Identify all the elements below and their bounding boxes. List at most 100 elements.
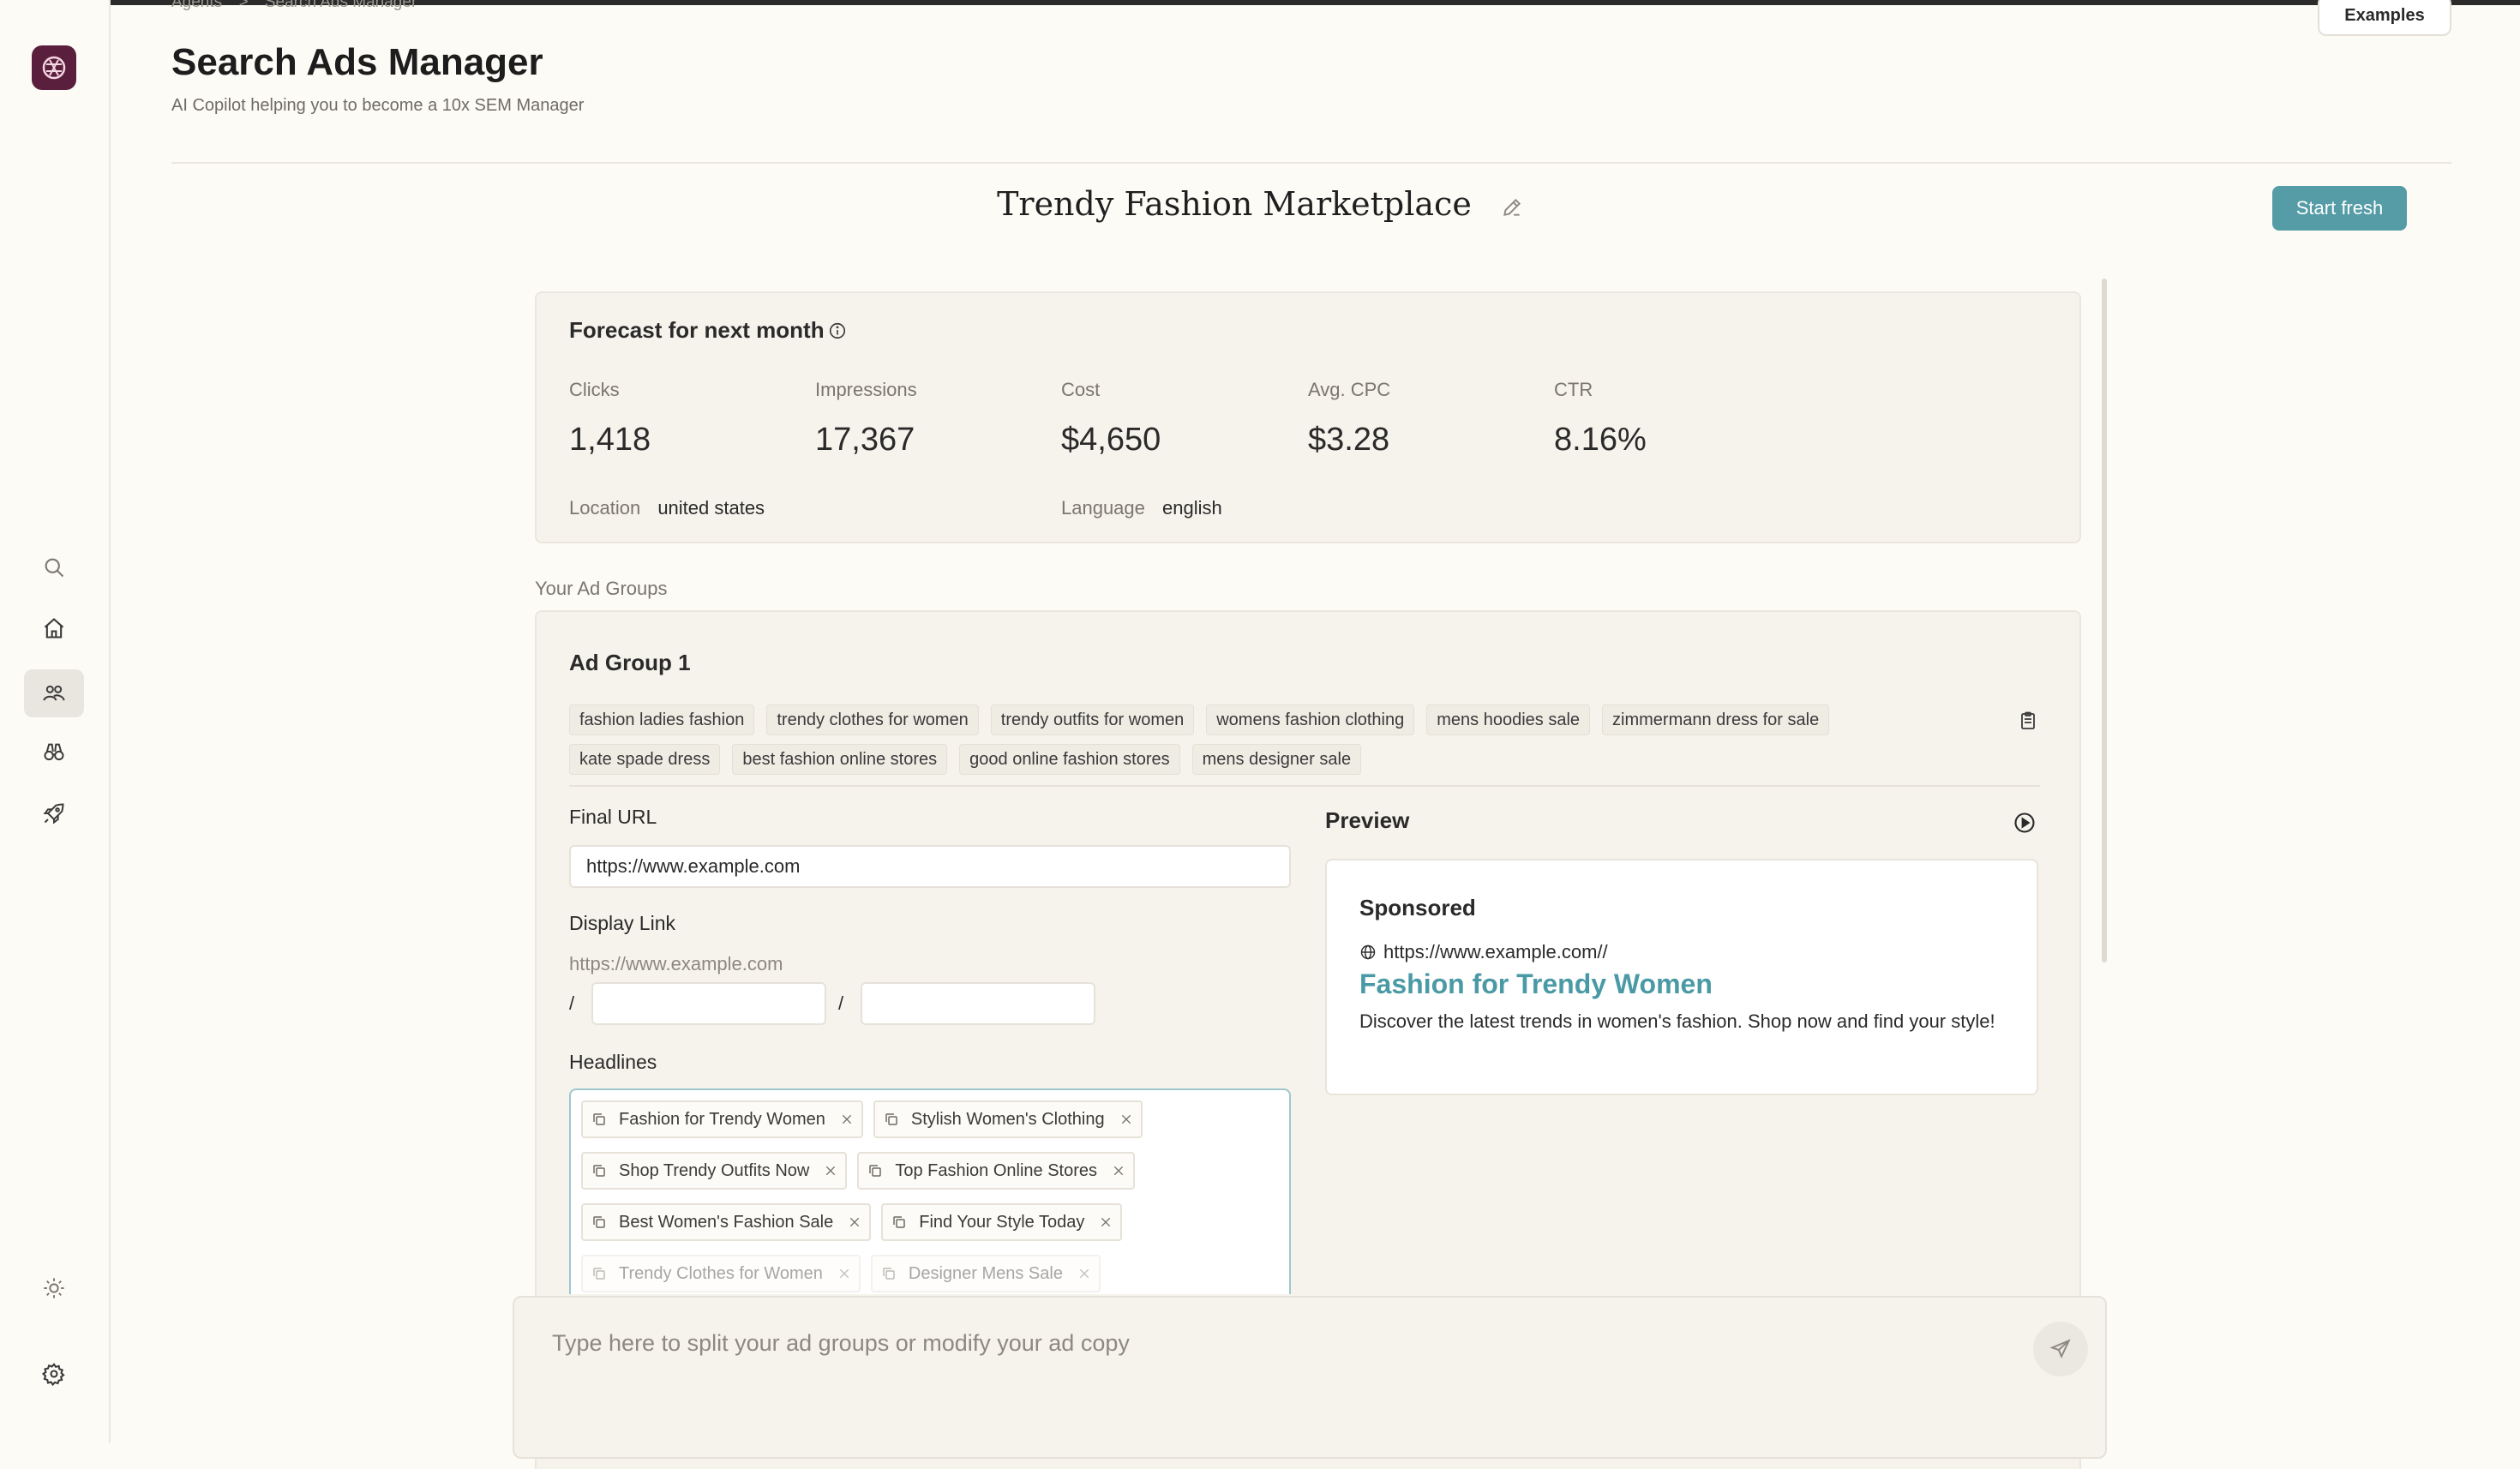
play-icon[interactable] xyxy=(2013,811,2037,835)
preview-headline[interactable]: Fashion for Trendy Women xyxy=(1359,968,1713,1000)
copy-icon[interactable] xyxy=(591,1112,607,1127)
headline-chip[interactable]: Best Women's Fashion Sale xyxy=(581,1203,872,1241)
headline-row: Fashion for Trendy Women Stylish Women's… xyxy=(581,1100,1143,1138)
copy-icon[interactable] xyxy=(591,1214,607,1230)
search-icon xyxy=(45,558,64,578)
keyword-chip[interactable]: mens hoodies sale xyxy=(1426,705,1591,735)
copy-icon[interactable] xyxy=(591,1266,607,1281)
breadcrumb-item-current: Search Ads Manager xyxy=(264,0,417,11)
chat-input-placeholder[interactable]: Type here to split your ad groups or mod… xyxy=(552,1330,1130,1357)
start-fresh-button[interactable]: Start fresh xyxy=(2272,186,2407,231)
sidebar-agents[interactable] xyxy=(24,669,84,717)
headlines-editor[interactable]: Fashion for Trendy Women Stylish Women's… xyxy=(569,1088,1291,1294)
settings-button[interactable] xyxy=(24,1350,84,1398)
project-title-row: Trendy Fashion Marketplace xyxy=(0,185,2520,223)
sidebar-home[interactable] xyxy=(24,604,84,652)
location-row: Location united states xyxy=(569,497,765,519)
edit-icon[interactable] xyxy=(1501,196,1523,219)
final-url-label: Final URL xyxy=(569,806,657,828)
display-path-1-input[interactable] xyxy=(591,982,826,1025)
info-icon[interactable] xyxy=(828,321,847,340)
keyword-chip[interactable]: fashion ladies fashion xyxy=(569,705,755,735)
headline-chip[interactable]: Shop Trendy Outfits Now xyxy=(581,1152,848,1190)
display-link-base: https://www.example.com xyxy=(569,953,783,974)
metric-value: $3.28 xyxy=(1308,422,1390,458)
metric-ctr: CTR 8.16% xyxy=(1554,379,1647,459)
headline-chip[interactable]: Fashion for Trendy Women xyxy=(581,1100,863,1138)
metric-value: 17,367 xyxy=(815,422,915,458)
headline-text: Designer Mens Sale xyxy=(908,1263,1063,1283)
agents-icon xyxy=(43,685,65,701)
keyword-chip[interactable]: kate spade dress xyxy=(569,744,721,775)
preview-url: https://www.example.com// xyxy=(1383,941,1608,962)
copy-icon[interactable] xyxy=(891,1214,907,1230)
headline-row: Trendy Clothes for Women Designer Mens S… xyxy=(581,1255,1101,1292)
keyword-chip[interactable]: good online fashion stores xyxy=(959,744,1180,775)
headline-chip[interactable]: Top Fashion Online Stores xyxy=(857,1152,1136,1190)
close-icon[interactable] xyxy=(838,1268,850,1280)
forecast-card: Forecast for next month Clicks 1,418 Imp… xyxy=(535,291,2081,543)
page-title: Search Ads Manager xyxy=(171,41,543,83)
headline-chip[interactable]: Designer Mens Sale xyxy=(870,1255,1101,1292)
send-button[interactable] xyxy=(2033,1322,2088,1376)
page-subtitle: AI Copilot helping you to become a 10x S… xyxy=(171,96,585,115)
metric-clicks: Clicks 1,418 xyxy=(569,379,651,459)
close-icon[interactable] xyxy=(1078,1268,1090,1280)
ad-group-divider xyxy=(569,785,2040,787)
rocket-icon xyxy=(43,803,64,824)
close-icon[interactable] xyxy=(1113,1165,1125,1177)
language-row: Language english xyxy=(1061,497,1222,519)
close-icon[interactable] xyxy=(1100,1216,1112,1228)
close-icon[interactable] xyxy=(1120,1113,1132,1125)
keyword-chip[interactable]: mens designer sale xyxy=(1191,744,1362,775)
headline-text: Fashion for Trendy Women xyxy=(619,1109,825,1129)
metric-label: Impressions xyxy=(815,379,917,400)
headline-text: Find Your Style Today xyxy=(919,1212,1085,1232)
headline-row: Shop Trendy Outfits Now Top Fashion Onli… xyxy=(581,1152,1136,1190)
keyword-chip[interactable]: womens fashion clothing xyxy=(1206,705,1415,735)
theme-toggle[interactable] xyxy=(24,1264,84,1312)
metric-value: 8.16% xyxy=(1554,422,1647,458)
headline-chip[interactable]: Trendy Clothes for Women xyxy=(581,1255,861,1292)
app-logo[interactable] xyxy=(32,45,76,90)
final-url-input[interactable]: https://www.example.com xyxy=(569,845,1291,888)
close-icon[interactable] xyxy=(825,1165,837,1177)
project-title: Trendy Fashion Marketplace xyxy=(997,185,1472,223)
header-divider xyxy=(171,162,2451,164)
ad-group-title: Ad Group 1 xyxy=(569,650,691,675)
keyword-list: fashion ladies fashion trendy clothes fo… xyxy=(569,705,1958,775)
examples-button[interactable]: Examples xyxy=(2318,0,2451,36)
breadcrumb-item-agents[interactable]: Agents xyxy=(171,0,222,11)
sidebar-search[interactable] xyxy=(24,543,84,591)
scrollbar[interactable] xyxy=(2102,279,2107,962)
keyword-chip[interactable]: best fashion online stores xyxy=(732,744,948,775)
headline-chip[interactable]: Find Your Style Today xyxy=(881,1203,1123,1241)
close-icon[interactable] xyxy=(841,1113,853,1125)
location-value: united states xyxy=(657,497,765,519)
keyword-chip[interactable]: zimmermann dress for sale xyxy=(1602,705,1830,735)
display-path-2-input[interactable] xyxy=(861,982,1095,1025)
metric-cost: Cost $4,650 xyxy=(1061,379,1161,459)
clipboard-icon[interactable] xyxy=(2018,711,2038,731)
headline-chip[interactable]: Stylish Women's Clothing xyxy=(873,1100,1143,1138)
keyword-chip[interactable]: trendy outfits for women xyxy=(990,705,1195,735)
copy-icon[interactable] xyxy=(591,1163,607,1178)
sun-icon xyxy=(44,1278,64,1298)
copy-icon[interactable] xyxy=(884,1112,899,1127)
headline-text: Stylish Women's Clothing xyxy=(910,1109,1105,1129)
copy-icon[interactable] xyxy=(867,1163,883,1178)
close-icon[interactable] xyxy=(849,1216,861,1228)
headline-text: Shop Trendy Outfits Now xyxy=(619,1160,810,1180)
keyword-chip[interactable]: trendy clothes for women xyxy=(766,705,979,735)
headline-row: Best Women's Fashion Sale Find Your Styl… xyxy=(581,1203,1123,1241)
copy-icon[interactable] xyxy=(881,1266,897,1281)
sidebar-launch[interactable] xyxy=(24,789,84,837)
globe-icon xyxy=(1360,944,1376,960)
metric-label: Cost xyxy=(1061,379,1101,400)
sidebar-explore[interactable] xyxy=(24,729,84,776)
headline-text: Trendy Clothes for Women xyxy=(619,1263,823,1283)
chat-input-area[interactable]: Type here to split your ad groups or mod… xyxy=(513,1296,2107,1459)
home-icon xyxy=(44,618,64,639)
preview-url-row: https://www.example.com// xyxy=(1359,941,1608,963)
location-label: Location xyxy=(569,497,641,519)
